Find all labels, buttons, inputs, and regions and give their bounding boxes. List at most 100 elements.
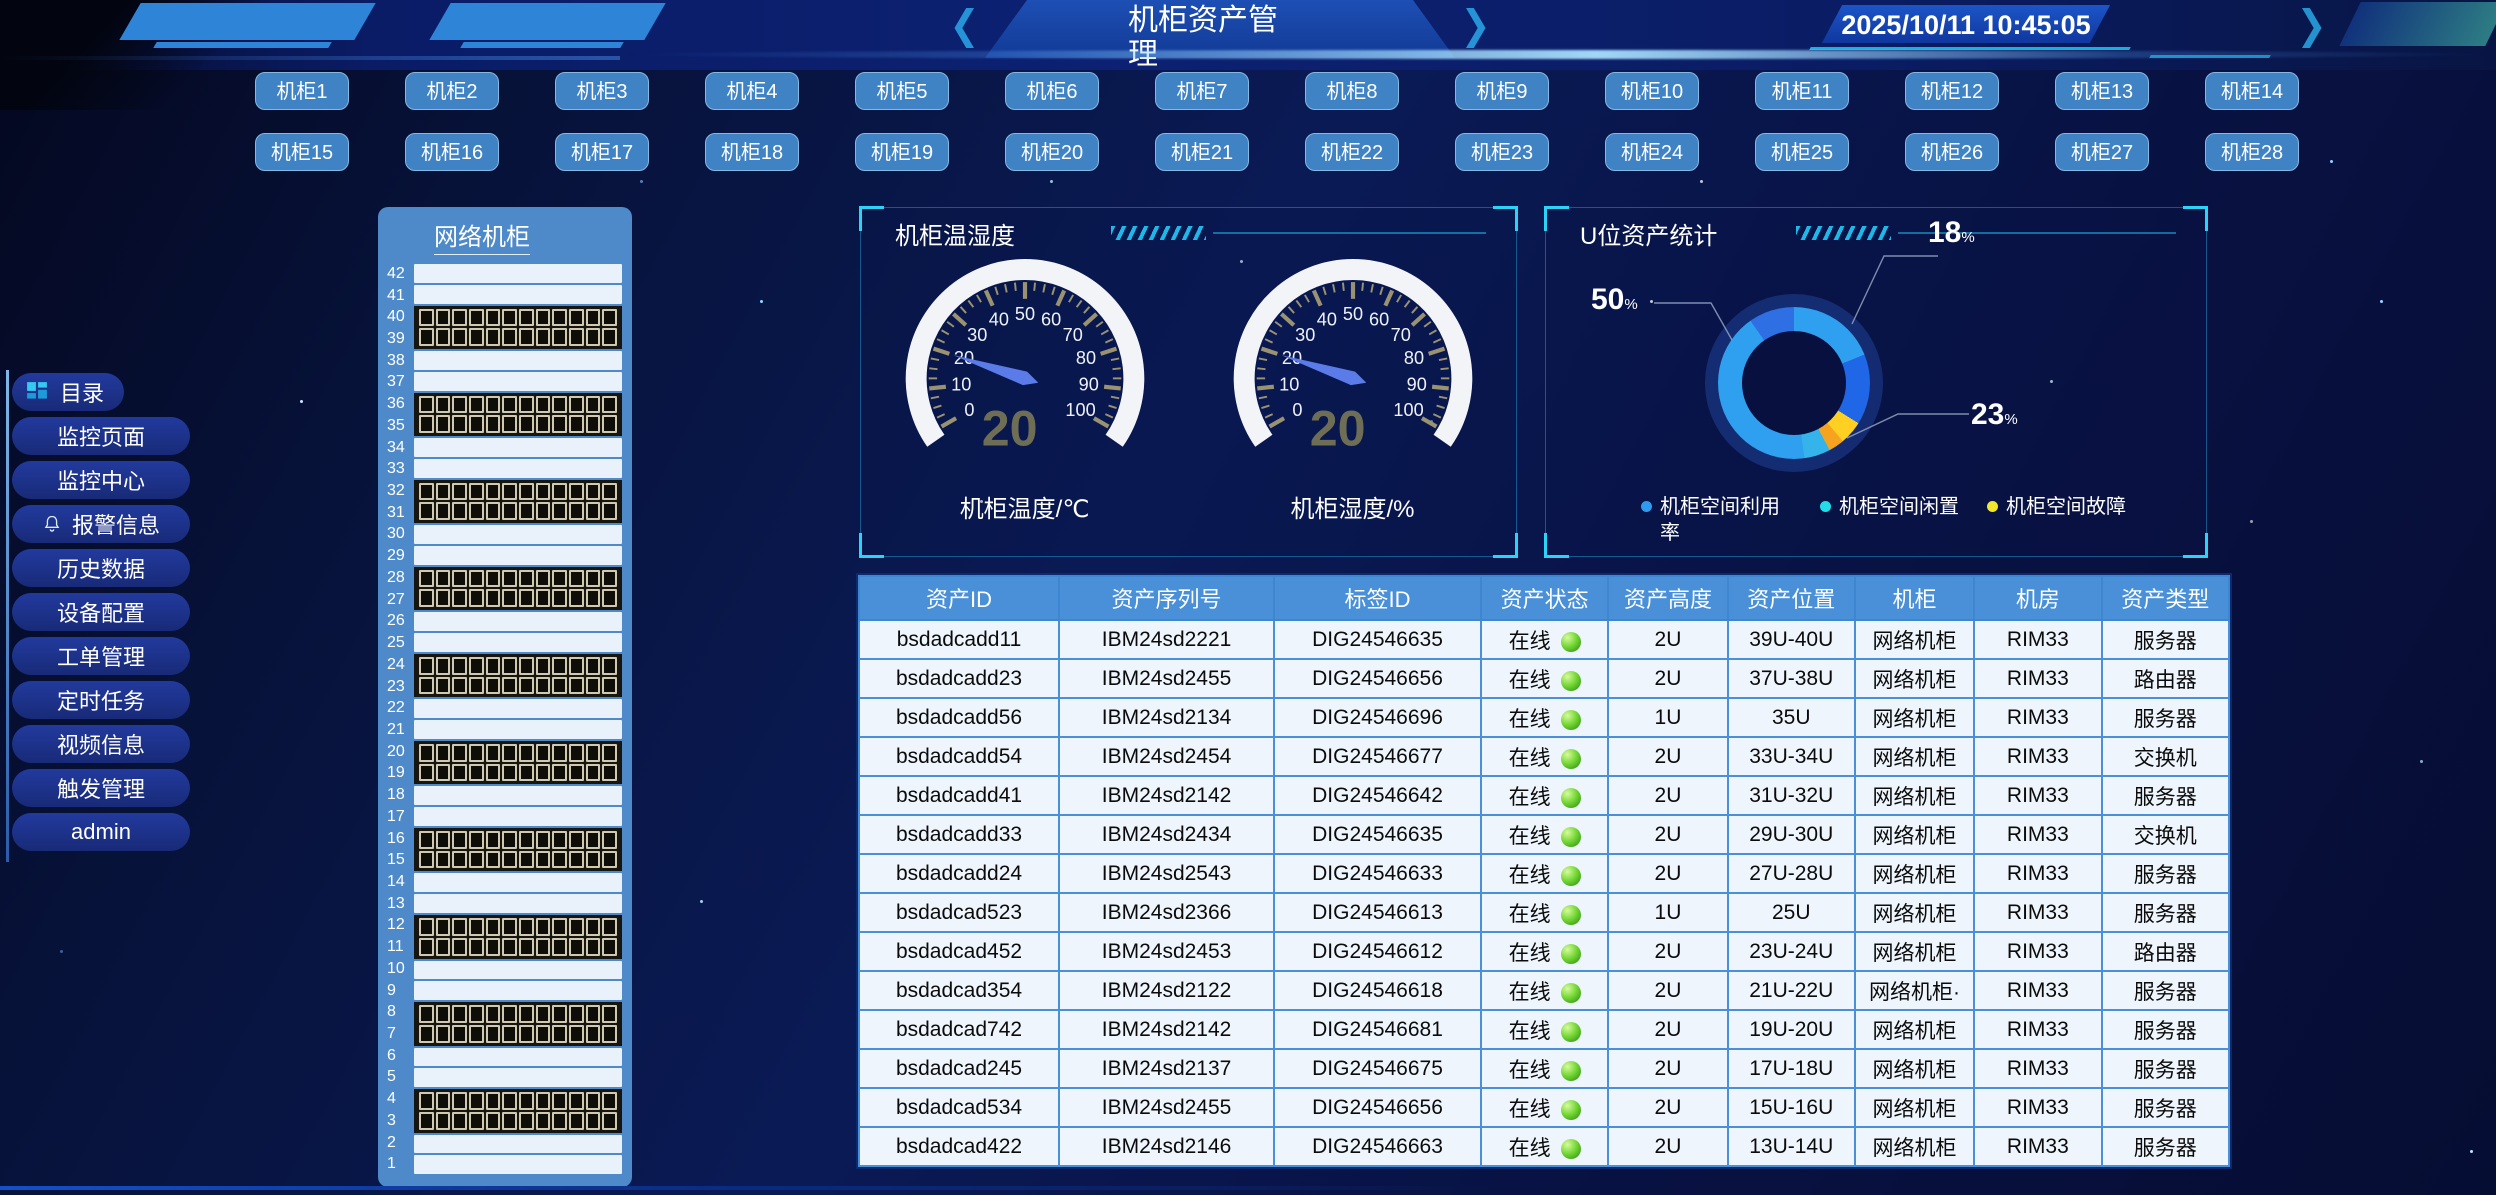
cabinet-button[interactable]: 机柜1 — [255, 72, 349, 110]
cabinet-button[interactable]: 机柜6 — [1005, 72, 1099, 110]
cabinet-button[interactable]: 机柜19 — [855, 133, 949, 171]
sidebar-accent-line — [6, 370, 9, 862]
table-cell: 网络机柜 — [1855, 776, 1974, 815]
sidebar-item-trigger-mgmt[interactable]: 触发管理 — [12, 769, 190, 807]
rack-empty-slot — [414, 285, 622, 304]
rack-slot-number: 26 — [382, 611, 414, 633]
table-cell: bsdadcad245 — [859, 1049, 1059, 1088]
cabinet-button[interactable]: 机柜26 — [1905, 133, 1999, 171]
switch-port — [486, 764, 501, 782]
cabinet-button[interactable]: 机柜2 — [405, 72, 499, 110]
table-row: bsdadcad742IBM24sd2142DIG24546681在线2U19U… — [859, 1010, 2229, 1049]
cabinet-button[interactable]: 机柜17 — [555, 133, 649, 171]
cabinet-button[interactable]: 机柜4 — [705, 72, 799, 110]
switch-port — [602, 1092, 617, 1110]
svg-text:90: 90 — [1406, 375, 1426, 395]
legend-label: 机柜空间故障 — [2006, 494, 2126, 546]
table-cell: 网络机柜 — [1855, 1127, 1974, 1166]
switch-port — [486, 309, 501, 327]
switch-port — [502, 1112, 517, 1130]
sidebar-item-history-data[interactable]: 历史数据 — [12, 549, 190, 587]
table-cell: 2U — [1608, 815, 1727, 854]
cabinet-button[interactable]: 机柜3 — [555, 72, 649, 110]
table-cell: RIM33 — [1974, 854, 2101, 893]
cabinet-button[interactable]: 机柜7 — [1155, 72, 1249, 110]
cabinet-button[interactable]: 机柜25 — [1755, 133, 1849, 171]
cabinet-button[interactable]: 机柜15 — [255, 133, 349, 171]
column-header: 标签ID — [1274, 576, 1481, 620]
table-cell: bsdadcad523 — [859, 893, 1059, 932]
sidebar-item-label: 设备配置 — [57, 596, 145, 628]
cabinet-button[interactable]: 机柜5 — [855, 72, 949, 110]
switch-port — [452, 918, 467, 936]
switch-port — [436, 309, 451, 327]
cabinet-button[interactable]: 机柜28 — [2205, 133, 2299, 171]
switch-port — [502, 396, 517, 414]
column-header: 机房 — [1974, 576, 2101, 620]
switch-port — [536, 415, 551, 433]
table-cell: 服务器 — [2102, 854, 2229, 893]
table-cell: 网络机柜 — [1855, 893, 1974, 932]
cabinet-button[interactable]: 机柜16 — [405, 133, 499, 171]
cabinet-button[interactable]: 机柜27 — [2055, 133, 2149, 171]
sidebar-item-admin[interactable]: admin — [12, 813, 190, 851]
switch-port — [419, 483, 434, 501]
switch-port — [419, 1112, 434, 1130]
status-text: 在线 — [1509, 630, 1551, 653]
legend-label: 机柜空间闲置 — [1839, 494, 1959, 546]
switch-port — [436, 1112, 451, 1130]
sidebar-item-menu[interactable]: 目录 — [12, 373, 124, 411]
switch-port — [469, 1092, 484, 1110]
switch-port — [502, 309, 517, 327]
cabinet-button[interactable]: 机柜11 — [1755, 72, 1849, 110]
sidebar-item-alarm-info[interactable]: 报警信息 — [12, 505, 190, 543]
switch-port — [519, 1025, 534, 1043]
cabinet-button[interactable]: 机柜13 — [2055, 72, 2149, 110]
switch-port — [486, 1092, 501, 1110]
table-cell: 服务器 — [2102, 698, 2229, 737]
cabinet-button[interactable]: 机柜10 — [1605, 72, 1699, 110]
table-cell: 服务器 — [2102, 971, 2229, 1010]
sidebar-item-video-info[interactable]: 视频信息 — [12, 725, 190, 763]
switch-port — [469, 328, 484, 346]
rack-empty-slot — [414, 459, 622, 478]
table-cell: 2U — [1608, 854, 1727, 893]
cabinet-button[interactable]: 机柜21 — [1155, 133, 1249, 171]
status-text: 在线 — [1509, 981, 1551, 1004]
switch-port — [602, 1005, 617, 1023]
cabinet-button[interactable]: 机柜22 — [1305, 133, 1399, 171]
cabinet-button[interactable]: 机柜20 — [1005, 133, 1099, 171]
table-cell: 在线 — [1481, 620, 1608, 659]
table-cell: 2U — [1608, 1088, 1727, 1127]
table-cell: DIG24546635 — [1274, 620, 1481, 659]
table-cell: 2U — [1608, 620, 1727, 659]
svg-text:0: 0 — [1292, 400, 1302, 420]
switch-port — [586, 657, 601, 675]
header-decoration — [460, 42, 623, 48]
rack-slot-number: 28 — [382, 567, 414, 589]
sidebar-item-work-order[interactable]: 工单管理 — [12, 637, 190, 675]
switch-port — [469, 502, 484, 520]
sidebar-item-monitor-page[interactable]: 监控页面 — [12, 417, 190, 455]
cabinet-button[interactable]: 机柜12 — [1905, 72, 1999, 110]
switch-port — [552, 1005, 567, 1023]
svg-text:60: 60 — [1041, 309, 1061, 329]
cabinet-button[interactable]: 机柜14 — [2205, 72, 2299, 110]
switch-port — [469, 831, 484, 849]
sidebar-item-monitor-center[interactable]: 监控中心 — [12, 461, 190, 499]
switch-port — [436, 328, 451, 346]
table-cell: 在线 — [1481, 893, 1608, 932]
cabinet-button[interactable]: 机柜23 — [1455, 133, 1549, 171]
sidebar-item-device-config[interactable]: 设备配置 — [12, 593, 190, 631]
switch-port — [469, 938, 484, 956]
switch-port — [502, 570, 517, 588]
cabinet-button[interactable]: 机柜8 — [1305, 72, 1399, 110]
table-cell: RIM33 — [1974, 971, 2101, 1010]
legend-item: 机柜空间故障 — [1987, 494, 2126, 546]
sidebar-item-scheduled-task[interactable]: 定时任务 — [12, 681, 190, 719]
cabinet-button[interactable]: 机柜24 — [1605, 133, 1699, 171]
cabinet-button[interactable]: 机柜9 — [1455, 72, 1549, 110]
cabinet-button[interactable]: 机柜18 — [705, 133, 799, 171]
table-cell: RIM33 — [1974, 737, 2101, 776]
rack-empty-slot — [414, 1155, 622, 1174]
